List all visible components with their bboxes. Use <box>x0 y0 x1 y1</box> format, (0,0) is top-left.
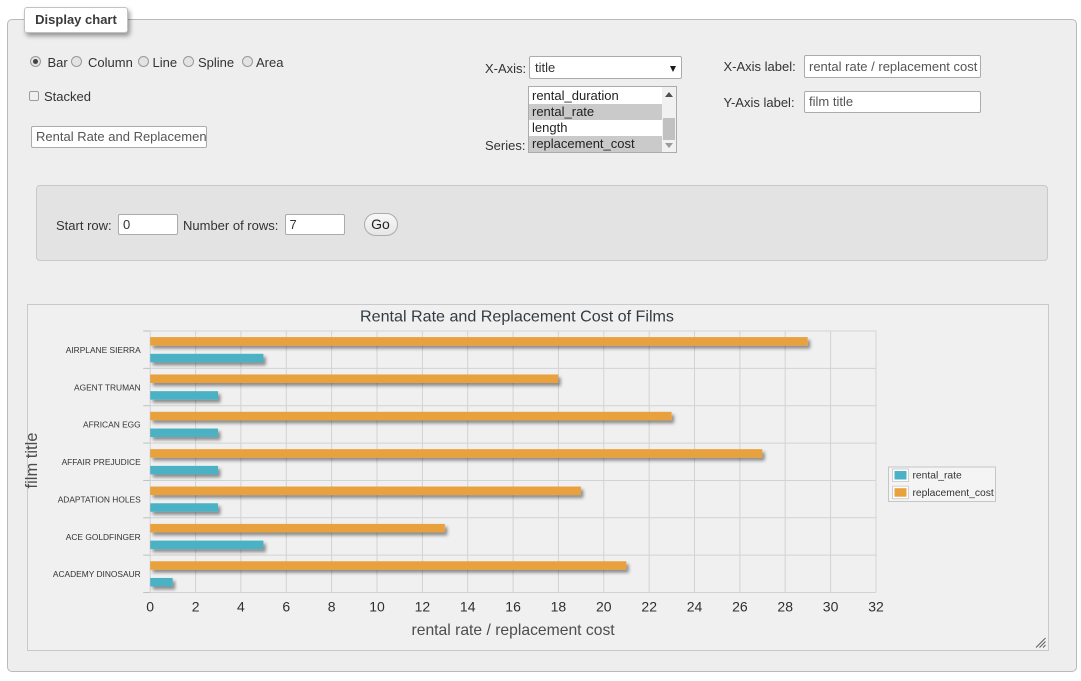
svg-text:4: 4 <box>237 599 245 615</box>
svg-text:12: 12 <box>415 599 431 615</box>
svg-text:AIRPLANE SIERRA: AIRPLANE SIERRA <box>66 345 141 355</box>
svg-text:ACADEMY DINOSAUR: ACADEMY DINOSAUR <box>53 569 141 579</box>
svg-text:32: 32 <box>868 599 884 615</box>
svg-text:16: 16 <box>505 599 521 615</box>
svg-text:26: 26 <box>732 599 748 615</box>
svg-text:30: 30 <box>823 599 839 615</box>
svg-text:24: 24 <box>687 599 703 615</box>
svg-text:28: 28 <box>777 599 793 615</box>
svg-text:8: 8 <box>328 599 336 615</box>
svg-text:replacement_cost: replacement_cost <box>913 488 994 499</box>
svg-text:10: 10 <box>369 599 385 615</box>
svg-text:0: 0 <box>146 599 154 615</box>
svg-text:20: 20 <box>596 599 612 615</box>
svg-text:22: 22 <box>641 599 657 615</box>
svg-text:2: 2 <box>192 599 200 615</box>
svg-text:rental rate / replacement cost: rental rate / replacement cost <box>412 622 616 639</box>
svg-text:14: 14 <box>460 599 476 615</box>
svg-text:18: 18 <box>551 599 567 615</box>
svg-text:Rental Rate and Replacement Co: Rental Rate and Replacement Cost of Film… <box>360 307 674 325</box>
svg-text:6: 6 <box>282 599 290 615</box>
svg-text:ADAPTATION HOLES: ADAPTATION HOLES <box>58 494 141 504</box>
svg-text:AFFAIR PREJUDICE: AFFAIR PREJUDICE <box>62 457 142 467</box>
svg-text:film title: film title <box>23 433 41 489</box>
svg-text:AGENT TRUMAN: AGENT TRUMAN <box>74 382 141 392</box>
svg-text:AFRICAN EGG: AFRICAN EGG <box>83 420 141 430</box>
svg-text:ACE GOLDFINGER: ACE GOLDFINGER <box>66 532 141 542</box>
svg-text:rental_rate: rental_rate <box>913 471 963 482</box>
